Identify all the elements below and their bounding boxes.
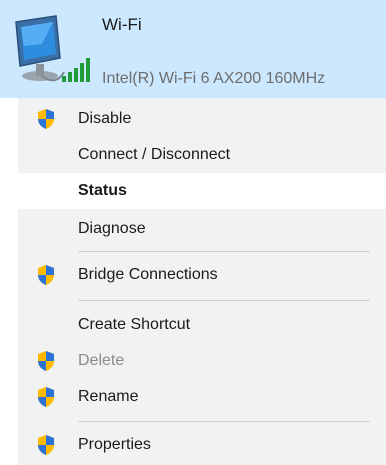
adapter-description: Intel(R) Wi-Fi 6 AX200 160MHz bbox=[102, 70, 326, 87]
context-menu: Disable Connect / Disconnect Status Diag… bbox=[18, 98, 386, 465]
menu-item-label: Properties bbox=[78, 436, 151, 453]
uac-shield-icon bbox=[38, 109, 54, 129]
menu-item-connect-disconnect[interactable]: Connect / Disconnect bbox=[18, 137, 386, 173]
menu-item-label: Delete bbox=[78, 352, 125, 369]
menu-item-label: Bridge Connections bbox=[78, 266, 218, 283]
menu-item-label: Connect / Disconnect bbox=[78, 146, 231, 163]
menu-item-rename[interactable]: Rename bbox=[18, 379, 386, 415]
menu-item-label: Rename bbox=[78, 388, 139, 405]
uac-shield-icon bbox=[38, 351, 54, 371]
menu-item-disable[interactable]: Disable bbox=[18, 101, 386, 137]
adapter-name: Wi-Fi bbox=[102, 15, 142, 34]
adapter-tile-wifi[interactable]: Wi-Fi Intel(R) Wi-Fi 6 AX200 160MHz bbox=[0, 0, 386, 98]
uac-shield-icon bbox=[38, 387, 54, 407]
menu-item-create-shortcut[interactable]: Create Shortcut bbox=[18, 307, 386, 343]
uac-shield-icon bbox=[38, 265, 54, 285]
wifi-signal-icon bbox=[62, 58, 90, 82]
menu-separator bbox=[78, 300, 370, 301]
menu-item-label: Status bbox=[78, 182, 127, 199]
menu-item-properties[interactable]: Properties bbox=[18, 427, 386, 463]
menu-item-label: Diagnose bbox=[78, 220, 146, 237]
menu-separator bbox=[78, 251, 370, 252]
menu-separator bbox=[78, 421, 370, 422]
menu-item-diagnose[interactable]: Diagnose bbox=[18, 211, 386, 247]
uac-shield-icon bbox=[38, 435, 54, 455]
menu-item-label: Create Shortcut bbox=[78, 316, 191, 333]
menu-item-delete: Delete bbox=[18, 343, 386, 379]
menu-item-label: Disable bbox=[78, 110, 132, 127]
menu-item-status[interactable]: Status bbox=[18, 173, 386, 209]
menu-item-bridge-connections[interactable]: Bridge Connections bbox=[18, 257, 386, 293]
